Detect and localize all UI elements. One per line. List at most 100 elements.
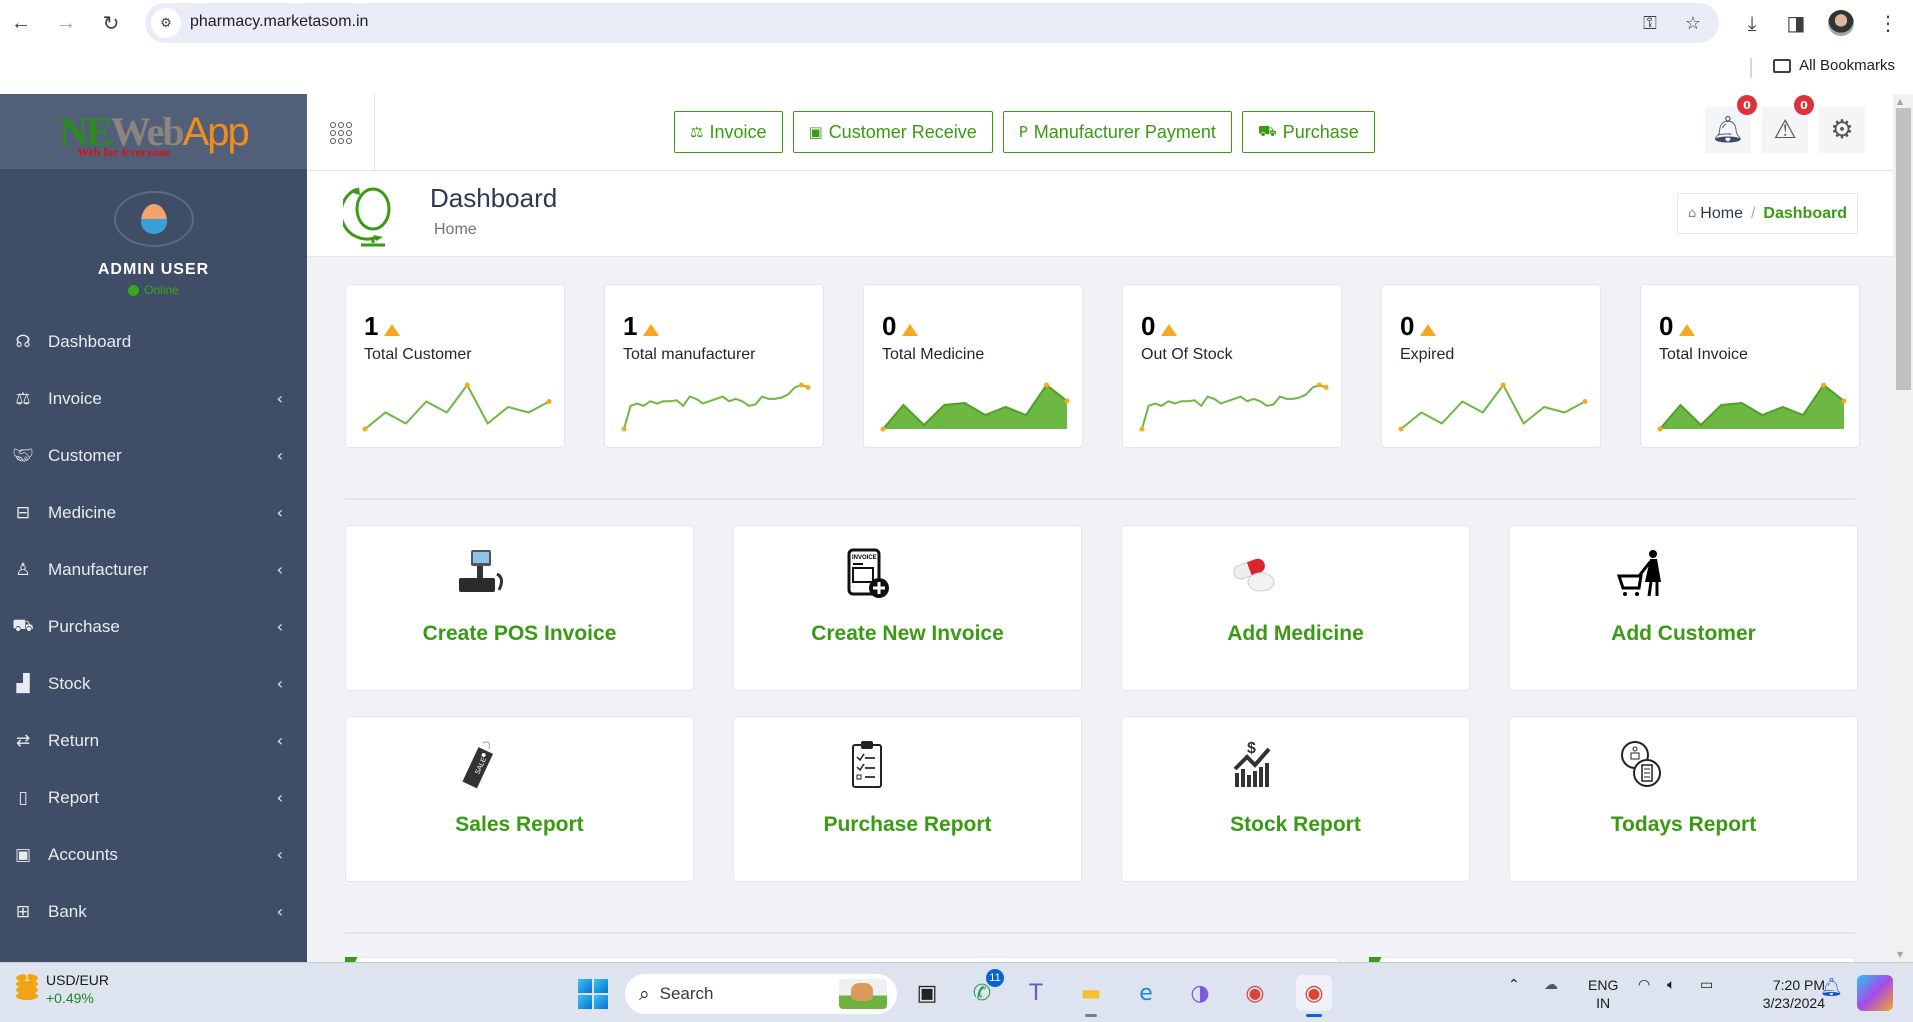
stat-value: 0 (1400, 311, 1415, 341)
language-indicator[interactable]: ENG IN (1588, 976, 1618, 1012)
invoice-button[interactable]: ⚖ Invoice (674, 111, 783, 153)
scroll-down-icon[interactable]: ▼ (1897, 950, 1903, 959)
currency-widget[interactable]: 1 USD/EUR +0.49% (16, 971, 109, 1007)
sidebar-item-manufacturer[interactable]: ♙ Manufacturer ‹ (0, 541, 307, 598)
stat-card-total-manufacturer[interactable]: 1 Total manufacturer (604, 284, 824, 448)
sidebar-item-return[interactable]: ⇄ Return ‹ (0, 712, 307, 769)
all-bookmarks-button[interactable]: All Bookmarks (1773, 57, 1895, 74)
sidebar-item-stock[interactable]: ▟ Stock ‹ (0, 655, 307, 712)
sidebar-item-invoice[interactable]: ⚖ Invoice ‹ (0, 370, 307, 427)
sparkline (880, 382, 1070, 432)
chrome-icon[interactable]: ◉ (1237, 975, 1273, 1011)
reload-button[interactable]: ↻ (96, 8, 126, 38)
chevron-left-icon: ‹ (276, 845, 283, 864)
sidebar-item-medicine[interactable]: ⊟ Medicine ‹ (0, 484, 307, 541)
action-card-create-pos-invoice[interactable]: Create POS Invoice (345, 525, 694, 691)
side-panel-icon[interactable]: ◨ (1781, 8, 1811, 38)
whatsapp-icon[interactable]: ✆ 11 (964, 969, 1004, 1011)
sale-tag-icon: SALE (462, 741, 494, 789)
edge-icon[interactable]: e (1128, 975, 1164, 1011)
alerts-button[interactable]: ⚠︎ 0 (1762, 95, 1814, 153)
quick-button-label: Invoice (709, 121, 767, 142)
stat-label: Expired (1400, 346, 1455, 363)
trend-up-icon (1420, 323, 1437, 336)
trend-up-icon (902, 323, 919, 336)
onedrive-cloud-icon[interactable]: ☁ (1544, 977, 1558, 993)
tray-overflow-icon[interactable]: ⌃ (1508, 977, 1520, 993)
sidebar-menu: ☊ Dashboard ⚖ Invoice ‹ 🤝︎ Customer ‹ ⊟ Medicine ‹… (0, 313, 307, 940)
clock[interactable]: 7:20 PM 3/23/2024 (1740, 976, 1825, 1012)
url-text[interactable]: pharmacy.marketasom.in (190, 13, 368, 31)
start-button[interactable] (578, 979, 608, 1009)
scrollbar-thumb[interactable] (1896, 108, 1911, 390)
battery-icon[interactable]: ▭ (1700, 977, 1713, 993)
copilot-app-icon[interactable]: ◑ (1182, 975, 1218, 1011)
action-card-add-customer[interactable]: Add Customer (1509, 525, 1858, 691)
stat-card-out-of-stock[interactable]: 0 Out Of Stock (1122, 284, 1342, 448)
breadcrumb-separator: / (1750, 204, 1756, 222)
copilot-icon[interactable] (1857, 975, 1893, 1011)
scroll-up-icon[interactable]: ▲ (1897, 97, 1903, 106)
clipboard-checklist-icon (852, 741, 882, 788)
action-card-todays-report[interactable]: Todays Report (1509, 716, 1858, 882)
sidebar-item-purchase[interactable]: ⛟ Purchase ‹ (0, 598, 307, 655)
chrome-profile-icon[interactable]: ◉ (1296, 975, 1332, 1017)
sidebar-item-label: Medicine (48, 502, 117, 522)
sidebar-item-report[interactable]: ▯ Report ‹ (0, 769, 307, 826)
page-scrollbar[interactable]: ▲ ▼ (1893, 94, 1913, 962)
back-button[interactable]: ← (6, 8, 36, 38)
sparkline-marker (880, 426, 886, 432)
stat-card-expired[interactable]: 0 Expired (1381, 284, 1601, 448)
online-dot-icon (128, 284, 140, 296)
action-card-label: Sales Report (455, 813, 584, 836)
sparkline-marker (805, 384, 811, 390)
notifications-button[interactable]: 🔔︎ 0 (1705, 95, 1757, 153)
stat-card-total-invoice[interactable]: 0 Total Invoice (1640, 284, 1860, 448)
download-icon[interactable]: ⤓ (1737, 8, 1767, 38)
more-menu-icon[interactable]: ⋮ (1873, 8, 1903, 38)
globe-icon (343, 187, 391, 247)
sparkline-line (623, 383, 809, 430)
warning-icon: ⚠︎ (1773, 115, 1797, 145)
user-name: ADMIN USER (97, 261, 210, 278)
task-view-icon[interactable]: ▣ (909, 975, 945, 1011)
profile-avatar[interactable] (1828, 10, 1854, 36)
manufacturer-payment-button[interactable]: P Manufacturer Payment (1002, 111, 1232, 153)
action-card-sales-report[interactable]: SALE Sales Report (345, 716, 694, 882)
logo-tagline: Web for Everyone (77, 144, 171, 159)
sparkline-marker (1582, 399, 1588, 404)
sparkline-marker (1316, 382, 1322, 388)
action-card-create-new-invoice[interactable]: INVOICE Create New Invoice (733, 525, 1082, 691)
sidebar-item-dashboard[interactable]: ☊ Dashboard (0, 313, 307, 370)
file-explorer-icon[interactable]: ▬ (1073, 975, 1109, 1017)
customer-receive-button[interactable]: ▣ Customer Receive (792, 111, 993, 153)
sidebar-toggle-button[interactable] (307, 94, 375, 171)
notifications-badge: 0 (1737, 95, 1757, 115)
sidebar-item-customer[interactable]: 🤝︎ Customer ‹ (0, 427, 307, 484)
quick-action-buttons: ⚖ Invoice ▣ Customer Receive P Manufacturer P… (674, 111, 1375, 153)
settings-button[interactable]: ⚙ (1819, 107, 1865, 153)
action-card-stock-report[interactable]: $ Stock Report (1121, 716, 1470, 882)
site-settings-icon[interactable]: ⚙ (151, 8, 181, 38)
forward-button[interactable]: → (51, 8, 81, 38)
stat-card-total-customer[interactable]: 1 Total Customer (345, 284, 565, 448)
app-logo[interactable]: NEWebApp Web for Everyone (0, 94, 307, 169)
purchase-button[interactable]: ⛟ Purchase (1241, 111, 1375, 153)
stat-card-total-medicine[interactable]: 0 Total Medicine (863, 284, 1083, 448)
password-key-icon[interactable]: ⚿ (1636, 9, 1664, 37)
sidebar-item-label: Purchase (48, 616, 120, 636)
chevron-left-icon: ‹ (276, 902, 283, 921)
sparkline-marker (1398, 426, 1404, 432)
breadcrumb-home[interactable]: ⌂ Home (1688, 205, 1743, 223)
action-card-purchase-report[interactable]: Purchase Report (733, 716, 1082, 882)
notification-bell-icon[interactable]: 🔔︎ (1820, 977, 1843, 998)
bookmark-star-icon[interactable]: ☆ (1679, 9, 1707, 37)
address-bar[interactable]: ⚙ pharmacy.marketasom.in ⚿ ☆ (145, 3, 1719, 43)
wifi-icon[interactable]: ◠ (1638, 977, 1650, 993)
sidebar-item-accounts[interactable]: ▣ Accounts ‹ (0, 826, 307, 883)
action-card-add-medicine[interactable]: Add Medicine (1121, 525, 1470, 691)
sidebar-item-bank[interactable]: ⊞ Bank ‹ (0, 883, 307, 940)
teams-icon[interactable]: T (1018, 975, 1054, 1011)
volume-icon[interactable]: 🔈︎ (1667, 977, 1675, 993)
taskbar-search[interactable]: ⌕ Search (625, 974, 897, 1014)
